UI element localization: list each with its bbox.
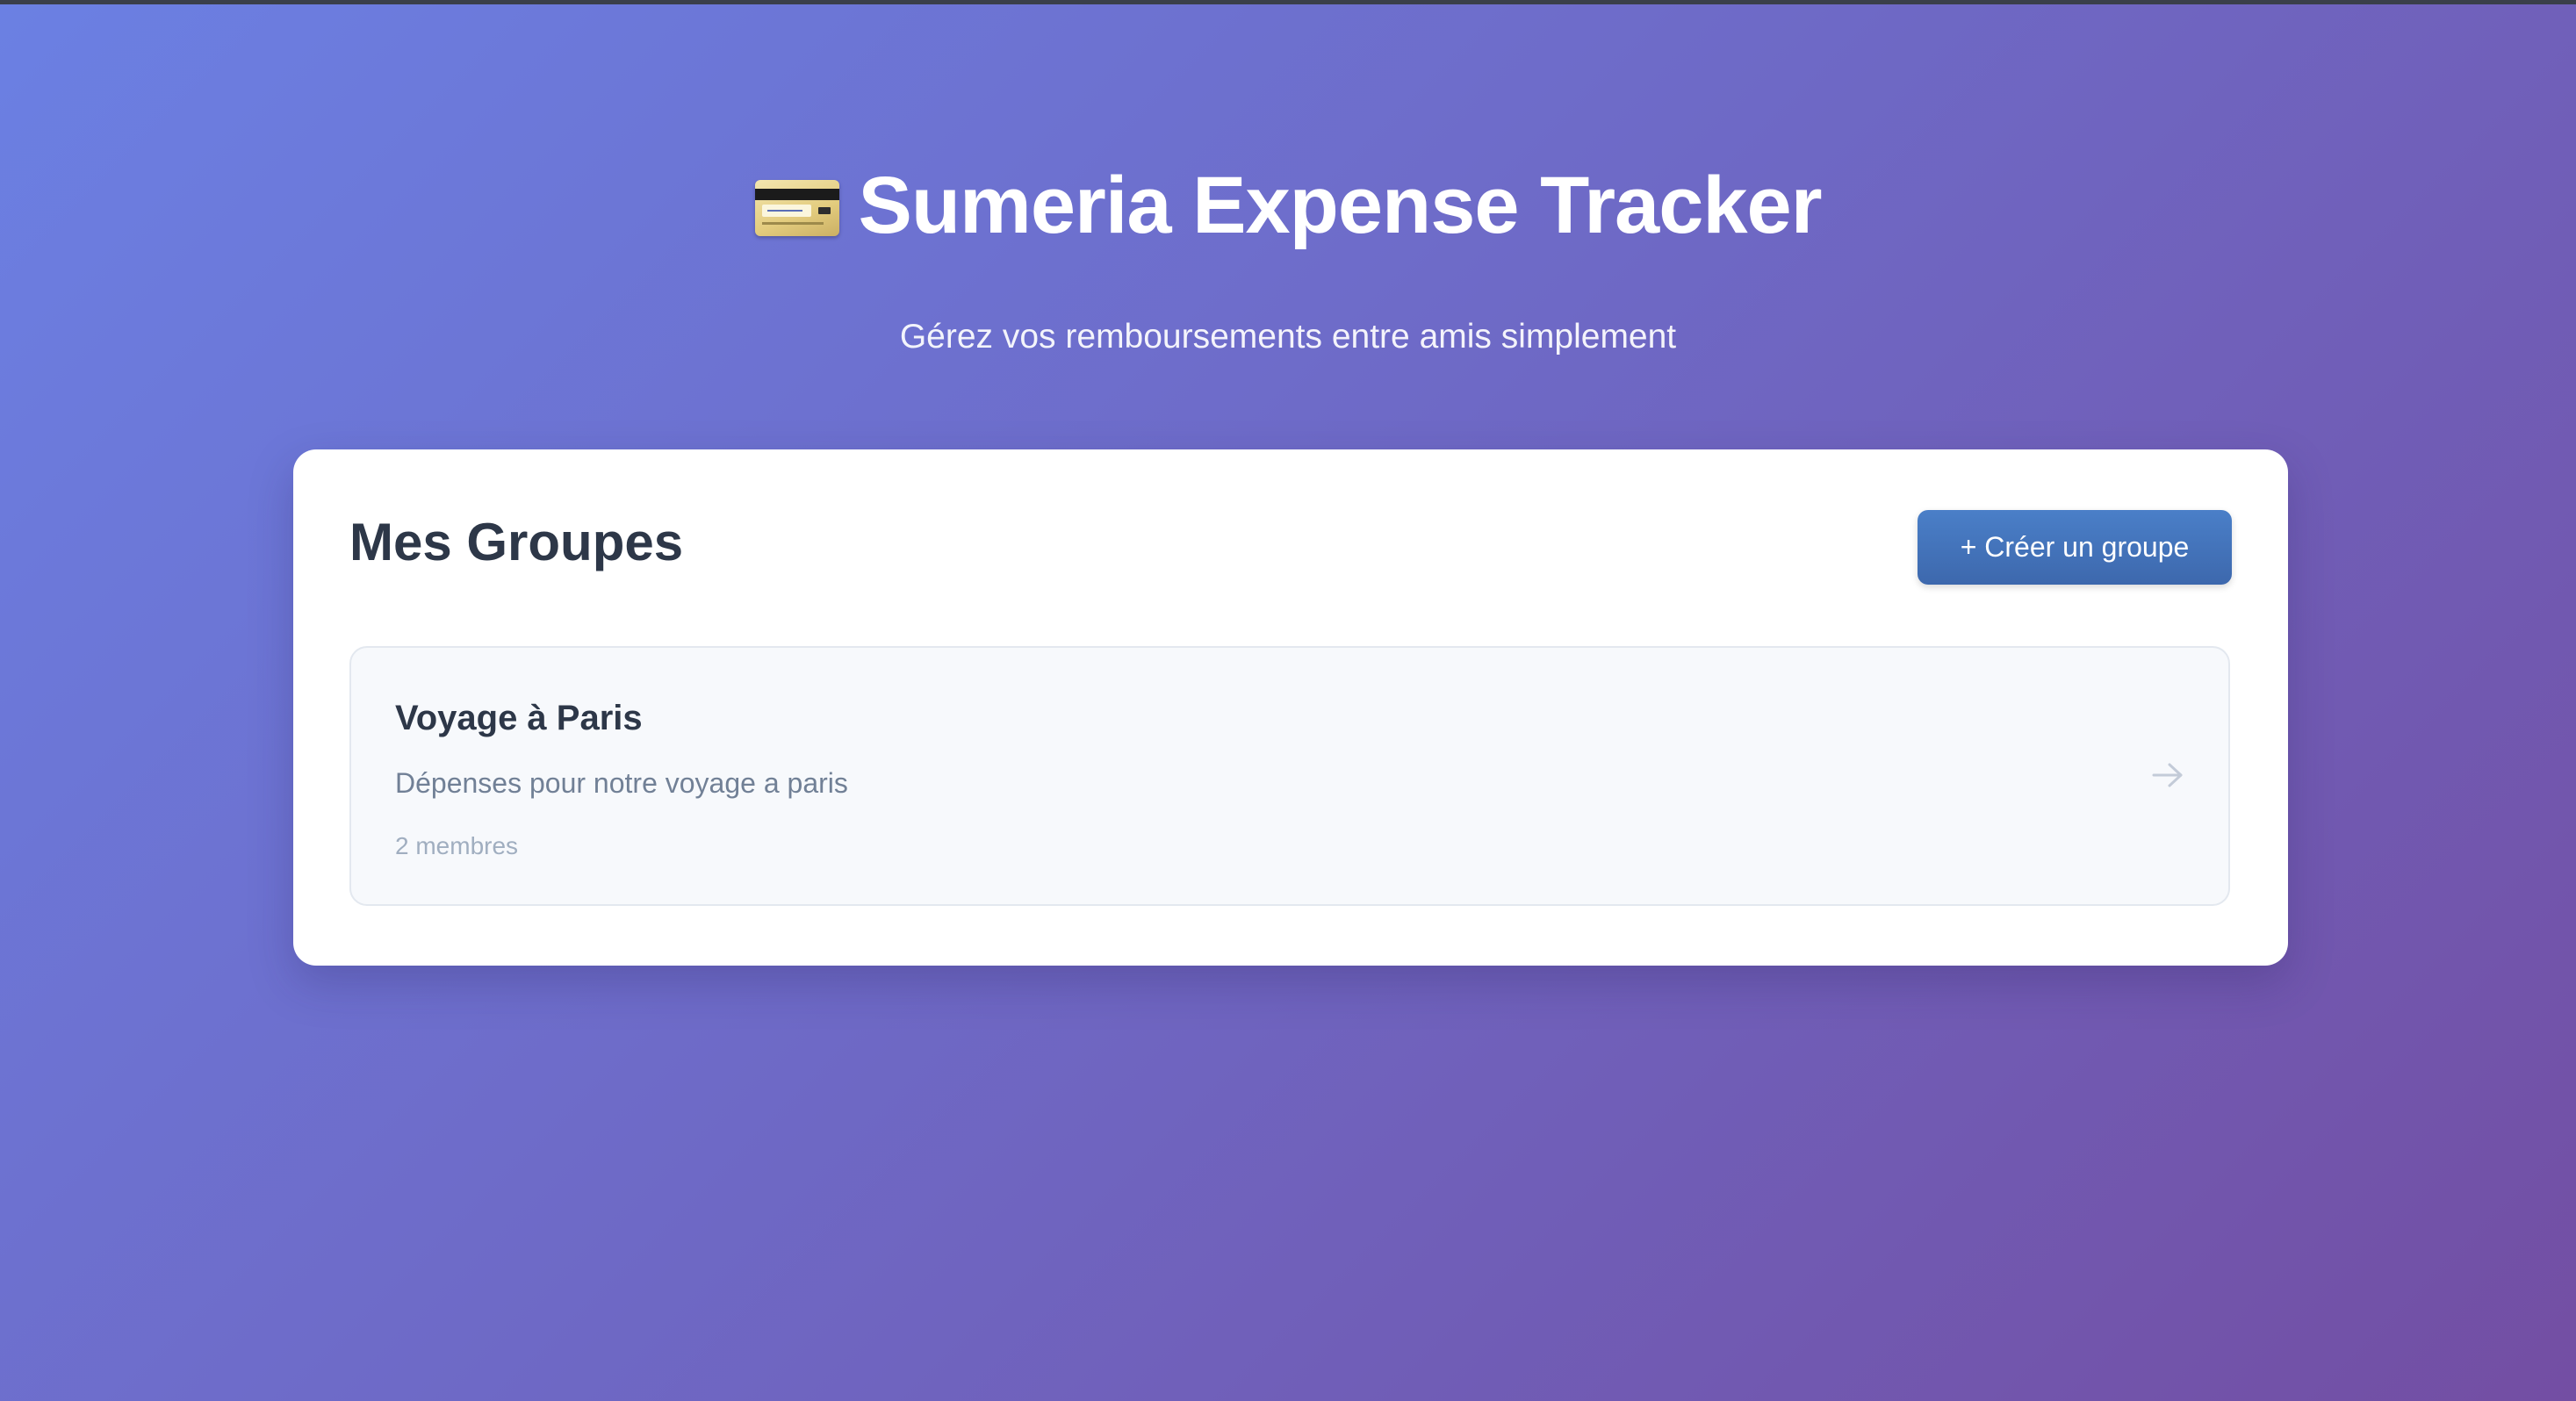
arrow-right-icon xyxy=(2152,763,2183,787)
panel-title: Mes Groupes xyxy=(349,513,684,571)
group-member-count: 2 membres xyxy=(395,832,519,859)
window-top-edge xyxy=(0,0,2576,4)
groups-panel: Mes Groupes + Créer un groupe Voyage à P… xyxy=(293,449,2288,966)
credit-card-icon xyxy=(754,180,839,236)
group-card[interactable]: Voyage à Paris Dépenses pour notre voyag… xyxy=(349,646,2230,906)
group-name: Voyage à Paris xyxy=(395,699,643,737)
app-subtitle: Gérez vos remboursements entre amis simp… xyxy=(899,318,1677,356)
group-description: Dépenses pour notre voyage a paris xyxy=(395,767,848,799)
app-header: Sumeria Expense Tracker xyxy=(0,165,2576,246)
app-title: Sumeria Expense Tracker xyxy=(858,161,1823,250)
create-group-button[interactable]: + Créer un groupe xyxy=(1918,510,2232,585)
